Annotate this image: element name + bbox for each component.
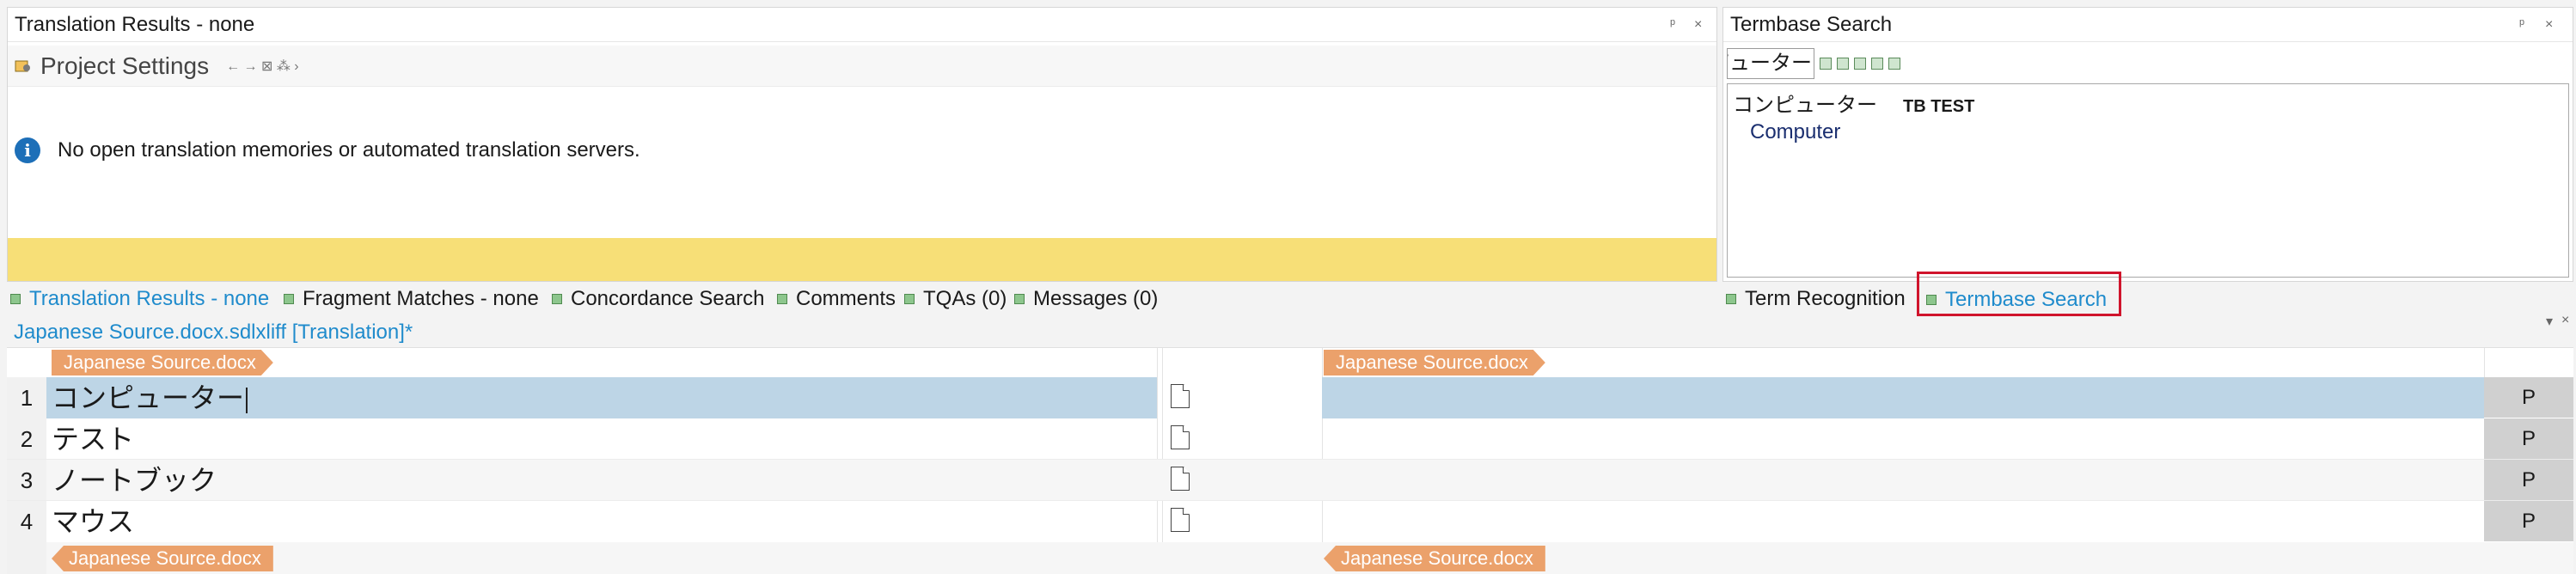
pin-icon[interactable]: ᵖ <box>2519 15 2524 35</box>
segment-status-cell <box>1162 418 1322 460</box>
tool-window-tabs: Translation Results - none Fragment Matc… <box>0 272 2576 316</box>
source-file-start-tag[interactable]: Japanese Source.docx <box>52 350 273 376</box>
segment-row[interactable]: 2 テスト P <box>7 418 2573 460</box>
segment-status-badge: P <box>2484 418 2573 460</box>
target-segment[interactable] <box>1322 501 2487 542</box>
messages-icon <box>1014 294 1025 304</box>
target-file-start-tag[interactable]: Japanese Source.docx <box>1324 350 1545 376</box>
termbase-results-list: コンピューター TB TEST Computer <box>1727 83 2569 278</box>
tab-messages[interactable]: Messages (0) <box>1014 284 1158 314</box>
segment-row[interactable]: 4 マウス P <box>7 501 2573 542</box>
segment-status-cell <box>1162 377 1322 418</box>
delete-term-icon[interactable] <box>1871 58 1883 70</box>
tab-label: Concordance Search <box>571 287 765 310</box>
pane-dropdown-icon[interactable]: ▾ <box>2546 313 2553 330</box>
termbase-search-panel: Termbase Search ᵖ × コンピューター コンピューター TB TE… <box>1722 7 2573 282</box>
target-term[interactable]: Computer <box>1750 120 1840 144</box>
tab-label: Termbase Search <box>1945 288 2108 311</box>
tab-label: Comments <box>796 287 896 310</box>
tab-concordance-search[interactable]: Concordance Search <box>552 284 764 314</box>
concordance-search-icon <box>552 294 562 304</box>
segment-status-badge: P <box>2484 377 2573 418</box>
segment-number-empty <box>7 542 46 574</box>
segment-number: 4 <box>7 501 46 542</box>
translation-results-toolbar: Project Settings ← → ⊠ ⁂ › <box>8 46 1716 87</box>
segment-status-cell <box>1162 501 1322 542</box>
segment-row[interactable]: 3 ノートブック P <box>7 460 2573 501</box>
document-icon <box>1171 467 1190 491</box>
navigation-arrows[interactable]: ← → ⊠ ⁂ › <box>226 58 299 75</box>
target-segment[interactable] <box>1322 377 2487 418</box>
document-icon <box>1171 508 1190 532</box>
tab-label: TQAs (0) <box>923 287 1007 310</box>
close-icon[interactable]: × <box>1694 15 1702 35</box>
tab-label: Fragment Matches - none <box>303 287 539 310</box>
target-segment[interactable] <box>1322 460 2487 501</box>
termbase-source-entry[interactable]: コンピューター TB TEST <box>1733 88 1974 118</box>
tab-tqas[interactable]: TQAs (0) <box>904 284 1007 314</box>
translation-results-title: Translation Results - none <box>8 8 1716 42</box>
document-tab[interactable]: Japanese Source.docx.sdlxliff [Translati… <box>14 318 413 347</box>
segment-number: 2 <box>7 418 46 460</box>
source-segment[interactable]: テスト <box>46 418 1157 460</box>
translation-results-icon <box>10 294 21 304</box>
source-text: コンピューター <box>52 382 245 413</box>
segment-status-badge: P <box>2484 460 2573 501</box>
target-segment[interactable] <box>1322 418 2487 460</box>
segment-number: 3 <box>7 460 46 501</box>
source-segment[interactable]: マウス <box>46 501 1157 542</box>
tqa-icon <box>904 294 915 304</box>
add-term-icon[interactable] <box>1837 58 1849 70</box>
message-text: No open translation memories or automate… <box>58 138 640 162</box>
tab-translation-results[interactable]: Translation Results - none <box>10 284 269 314</box>
tab-termbase-search[interactable]: Termbase Search <box>1917 272 2122 316</box>
close-icon[interactable]: × <box>2545 15 2553 35</box>
target-file-end-tag[interactable]: Japanese Source.docx <box>1324 546 1545 571</box>
translation-results-panel: Translation Results - none ᵖ × Project S… <box>7 7 1717 282</box>
tab-comments[interactable]: Comments <box>777 284 896 314</box>
tab-label: Term Recognition <box>1745 287 1906 310</box>
tab-fragment-matches[interactable]: Fragment Matches - none <box>284 284 539 314</box>
info-icon: i <box>15 137 40 163</box>
source-file-end-tag[interactable]: Japanese Source.docx <box>52 546 273 571</box>
termbase-search-icon <box>1926 295 1937 305</box>
text-cursor <box>246 387 248 413</box>
pane-close-icon[interactable]: × <box>2561 313 2569 328</box>
segment-number: 1 <box>7 377 46 418</box>
project-settings-button[interactable]: Project Settings <box>40 52 209 80</box>
project-settings-icon[interactable] <box>15 58 32 74</box>
pin-icon[interactable]: ᵖ <box>1670 15 1675 35</box>
results-highlight-bar <box>8 238 1716 281</box>
comments-icon <box>777 294 787 304</box>
editor-grid: Japanese Source.docx Japanese Source.doc… <box>7 347 2573 574</box>
tab-label: Messages (0) <box>1033 287 1159 310</box>
document-icon <box>1171 425 1190 449</box>
segment-status-badge: P <box>2484 501 2573 542</box>
termbase-settings-icon[interactable] <box>1888 58 1900 70</box>
edit-term-icon[interactable] <box>1854 58 1866 70</box>
term-recognition-icon <box>1726 294 1736 304</box>
segment-status-cell <box>1162 460 1322 501</box>
termbase-search-input[interactable]: コンピューター <box>1727 48 1814 79</box>
search-icon[interactable] <box>1820 58 1832 70</box>
termbase-search-toolbar: コンピューター <box>1723 46 2573 82</box>
tab-label: Translation Results - none <box>29 287 270 310</box>
document-icon <box>1171 384 1190 408</box>
source-segment[interactable]: ノートブック <box>46 460 1157 501</box>
source-term: コンピューター <box>1733 94 1877 117</box>
termbase-name: TB TEST <box>1903 97 1975 116</box>
termbase-search-title: Termbase Search <box>1723 8 2573 42</box>
fragment-matches-icon <box>284 294 294 304</box>
source-segment[interactable]: コンピューター <box>46 377 1157 418</box>
tab-term-recognition[interactable]: Term Recognition <box>1726 284 1906 314</box>
segment-row[interactable]: 1 コンピューター P <box>7 377 2573 418</box>
end-tag-row <box>7 542 2573 574</box>
no-tm-message: i No open translation memories or automa… <box>8 125 1716 176</box>
